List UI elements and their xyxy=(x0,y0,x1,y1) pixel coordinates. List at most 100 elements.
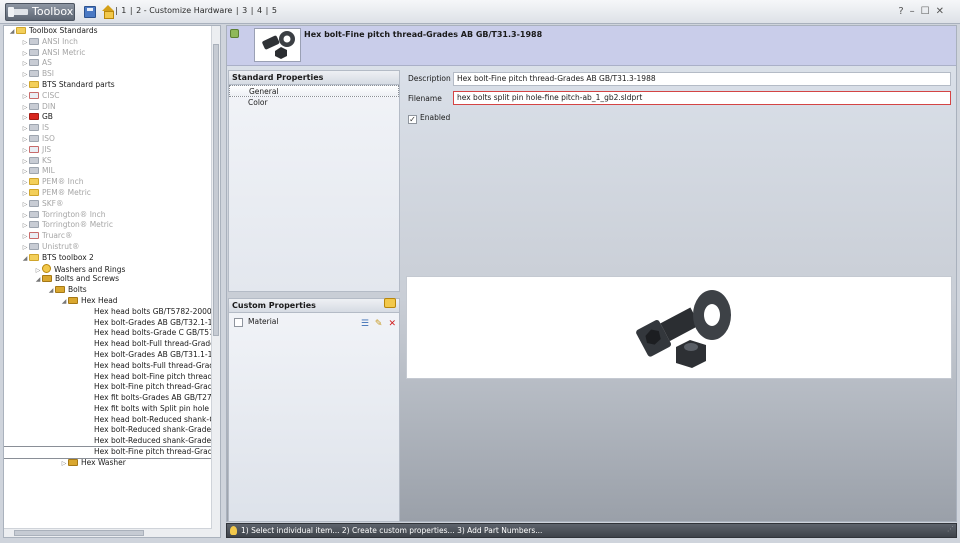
tree-item-label: IS xyxy=(42,123,49,133)
folder-icon xyxy=(29,188,39,196)
tree-item-label: Torrington® Inch xyxy=(42,209,106,219)
tree-item[interactable]: ▷ CISC xyxy=(4,91,212,102)
tree-item-label: Hex bolt-Reduced shank-Grades B GB xyxy=(94,436,220,446)
property-tools: ☰ ✎ ✕ xyxy=(355,318,396,330)
save-icon[interactable] xyxy=(84,6,96,18)
tree-item-label: AS xyxy=(42,58,52,68)
tree-item[interactable]: ▷ IS xyxy=(4,123,212,134)
tree-item[interactable]: ◢ BTS toolbox 2 xyxy=(4,253,212,264)
tree-item-label: Hex bolt-Fine pitch thread-Grades AB xyxy=(94,382,221,392)
add-property-icon[interactable] xyxy=(384,298,396,308)
filename-input[interactable]: hex bolts split pin hole-fine pitch-ab_1… xyxy=(453,91,951,105)
category-icon xyxy=(55,286,65,294)
flag-icon xyxy=(29,37,39,45)
material-checkbox[interactable] xyxy=(234,318,243,327)
window-controls: ?–☐✕ xyxy=(898,6,950,17)
tree-item-label: Hex fit bolts-Grades AB GB/T27-1988 xyxy=(94,393,221,403)
custom-properties-title: Custom Properties xyxy=(232,301,316,310)
tree-horizontal-scrollbar[interactable] xyxy=(4,528,212,537)
tree-item[interactable]: Hex bolt-Fine pitch thread-Grades AB xyxy=(4,382,220,393)
enabled-option[interactable]: ✓ Enabled xyxy=(408,113,450,124)
breadcrumb-step-3[interactable]: 3 xyxy=(241,6,248,15)
expand-arrow-icon[interactable]: ▷ xyxy=(60,459,68,470)
maximize-button[interactable]: ☐ xyxy=(921,6,936,17)
delete-icon[interactable]: ✕ xyxy=(388,320,396,329)
tree-item[interactable]: ▷ AS xyxy=(4,58,212,69)
tree-vertical-scrollbar[interactable] xyxy=(211,26,220,537)
tree-item-label: Torrington® Metric xyxy=(42,220,114,230)
tree-item[interactable]: ◢ Hex Head xyxy=(4,296,212,307)
tree-item[interactable]: ▷ GB xyxy=(4,112,212,123)
tree-item[interactable]: ▷ ISO xyxy=(4,134,212,145)
tree-item[interactable]: Hex head bolt-Full thread-Grades AB xyxy=(4,339,220,350)
tree-item[interactable]: Hex bolt-Fine pitch thread-Grades AB xyxy=(4,446,220,459)
minimize-button[interactable]: – xyxy=(910,6,921,17)
property-general[interactable]: General xyxy=(229,85,399,97)
tree-item[interactable]: ▷ Unistrut® xyxy=(4,242,212,253)
tree-item-label: Hex bolt-Grades AB GB/T32.1-1988 xyxy=(94,317,221,327)
tree-item[interactable]: ◢ Bolts xyxy=(4,285,212,296)
breadcrumb-step-5[interactable]: 5 xyxy=(271,6,278,15)
tree-item[interactable]: Hex bolt-Grades AB GB/T32.1-1988 xyxy=(4,318,220,329)
folder-icon xyxy=(29,253,39,261)
flag-icon xyxy=(29,59,39,67)
tree-item[interactable]: ▷ PEM® Metric xyxy=(4,188,212,199)
home-icon[interactable] xyxy=(102,5,114,19)
tree-item[interactable]: Hex head bolt-Reduced shank-Grade xyxy=(4,415,220,426)
tree-item[interactable]: ▷ PEM® Inch xyxy=(4,177,212,188)
tree-item[interactable]: ▷ ANSI Inch xyxy=(4,37,212,48)
part-preview xyxy=(406,276,952,379)
flag-icon xyxy=(29,91,39,99)
resize-grip-icon[interactable]: ⋰ xyxy=(947,523,954,536)
bolt-thumbnail-icon xyxy=(262,31,295,59)
status-bar: 1) Select individual item... 2) Create c… xyxy=(226,523,957,538)
tree-item[interactable]: Hex head bolts-Full thread-Grade C G xyxy=(4,361,220,372)
tree-item[interactable]: ▷ BTS Standard parts xyxy=(4,80,212,91)
tree-item[interactable]: ▷ KS xyxy=(4,156,212,167)
flag-icon xyxy=(29,167,39,175)
tree-item[interactable]: ▷ Torrington® Inch xyxy=(4,210,212,221)
description-input[interactable]: Hex bolt-Fine pitch thread-Grades AB GB/… xyxy=(453,72,951,86)
list-icon[interactable]: ☰ xyxy=(361,320,369,329)
scroll-thumb[interactable] xyxy=(14,530,144,536)
tree-item[interactable]: ▷ JIS xyxy=(4,145,212,156)
tree-item[interactable]: ▷ SKF® xyxy=(4,199,212,210)
tree-item-label: CISC xyxy=(42,90,60,100)
breadcrumb-step-1[interactable]: 1 xyxy=(120,6,127,15)
enabled-checkbox[interactable]: ✓ xyxy=(408,115,417,124)
tree-rows: ◢ Toolbox Standards ▷ ANSI Inch ▷ ANSI Metric… xyxy=(4,26,220,469)
tree-item[interactable]: ▷ Hex Washer xyxy=(4,458,212,469)
scroll-thumb[interactable] xyxy=(213,44,219,336)
tree-item[interactable]: ▷ DIN xyxy=(4,102,212,113)
tree-item[interactable]: Hex head bolts-Grade C GB/T5780-20 xyxy=(4,328,220,339)
breadcrumb-step-4[interactable]: 4 xyxy=(256,6,263,15)
description-label: Description xyxy=(408,74,451,83)
tree-item[interactable]: ▷ MIL xyxy=(4,166,212,177)
tree-item[interactable]: Hex head bolt-Fine pitch thread-Grad xyxy=(4,372,220,383)
help-button[interactable]: ? xyxy=(898,6,909,17)
tree-item-label: ANSI Inch xyxy=(42,36,78,46)
custom-property-label: Material xyxy=(248,317,279,326)
breadcrumb-step-2[interactable]: 2 - Customize Hardware xyxy=(135,6,233,15)
tree-item[interactable]: ▷ ANSI Metric xyxy=(4,48,212,59)
tree-item[interactable]: Hex fit bolts-Grades AB GB/T27-1988 xyxy=(4,393,220,404)
property-color[interactable]: Color xyxy=(229,97,399,109)
tree-item[interactable]: ▷ Truarc® xyxy=(4,231,212,242)
tree-item-label: KS xyxy=(42,155,52,165)
tree-item[interactable]: ▷ Torrington® Metric xyxy=(4,220,212,231)
tree-item[interactable]: Hex head bolts GB/T5782-2000 xyxy=(4,307,212,318)
tree-item[interactable]: ◢ Toolbox Standards xyxy=(4,26,212,37)
tree-item-label: Hex head bolt-Reduced shank-Grade xyxy=(94,414,221,424)
tree-item[interactable]: Hex bolt-Reduced shank-Grades B GB xyxy=(4,436,220,447)
pencil-icon[interactable]: ✎ xyxy=(375,320,383,329)
tree-item[interactable]: Hex bolt-Reduced shank-Grades B GB xyxy=(4,425,220,436)
tree-item[interactable]: ◢ Bolts and Screws xyxy=(4,274,212,285)
tree-item[interactable]: Hex bolt-Grades AB GB/T31.1-1988 xyxy=(4,350,220,361)
close-button[interactable]: ✕ xyxy=(936,6,950,17)
custom-properties-panel: Custom Properties Material ☰ ✎ ✕ xyxy=(228,298,400,522)
flag-icon xyxy=(29,242,39,250)
tree-item[interactable]: ▷ Washers and Rings xyxy=(4,263,212,275)
tree-item[interactable]: ▷ BSI xyxy=(4,69,212,80)
tree-item[interactable]: Hex fit bolts with Split pin hole on sh xyxy=(4,404,220,415)
custom-property-row[interactable]: Material ☰ ✎ ✕ xyxy=(229,316,399,330)
